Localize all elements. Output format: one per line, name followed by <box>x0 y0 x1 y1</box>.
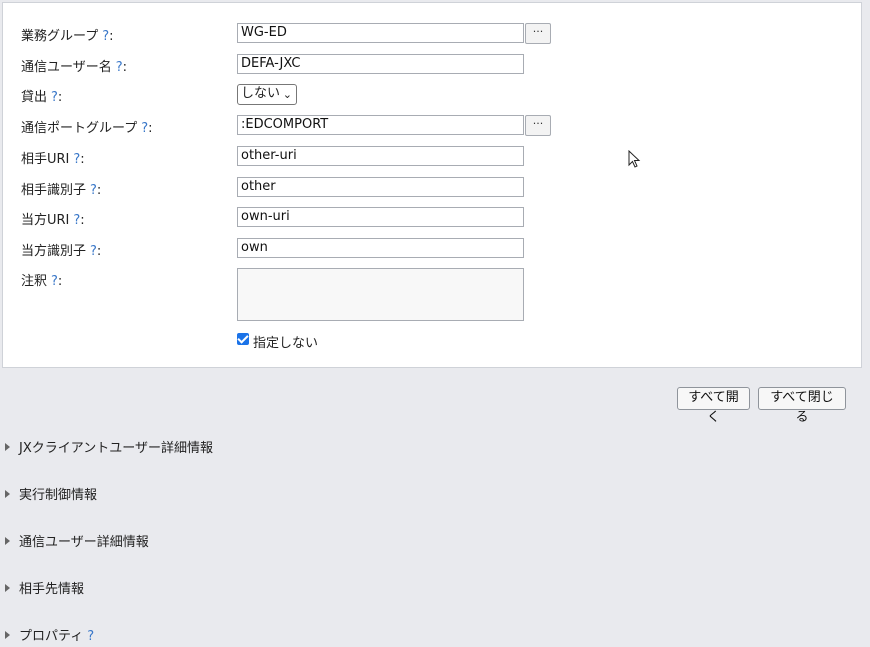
help-icon[interactable]: ? <box>90 183 97 198</box>
business-group-picker-button[interactable]: ··· <box>525 23 551 44</box>
section-comm-user-details[interactable]: 通信ユーザー詳細情報 <box>5 531 149 551</box>
annotation-textarea[interactable] <box>237 268 524 321</box>
section-properties[interactable]: プロパティ? <box>5 625 94 645</box>
own-uri-input[interactable]: own-uri <box>237 207 524 227</box>
mouse-cursor-icon <box>628 150 641 168</box>
field-label: 業務グループ?: <box>21 29 114 44</box>
comm-port-group-picker-button[interactable]: ··· <box>525 115 551 136</box>
field-label: 当方URI?: <box>21 213 85 228</box>
field-label: 注釈?: <box>21 274 63 289</box>
partner-uri-input[interactable]: other-uri <box>237 146 524 166</box>
unspecified-checkbox-label[interactable]: 指定しない <box>253 332 318 351</box>
expand-triangle-icon <box>5 489 10 498</box>
business-group-input[interactable]: WG-ED <box>237 23 524 43</box>
expand-triangle-icon <box>5 583 10 592</box>
help-icon[interactable]: ? <box>87 629 94 644</box>
field-label: 当方識別子?: <box>21 244 102 259</box>
help-icon[interactable]: ? <box>116 60 123 75</box>
field-label: 通信ユーザー名?: <box>21 60 128 75</box>
lending-select[interactable]: しない ⌄ <box>237 84 297 105</box>
field-label: 相手URI?: <box>21 152 85 167</box>
field-label: 通信ポートグループ?: <box>21 121 153 136</box>
section-jx-client-user-details[interactable]: JXクライアントユーザー詳細情報 <box>5 437 213 457</box>
comm-user-name-input[interactable]: DEFA-JXC <box>237 54 524 74</box>
help-icon[interactable]: ? <box>51 90 58 105</box>
field-label: 貸出?: <box>21 90 63 105</box>
form-panel: 業務グループ?: WG-ED ··· 通信ユーザー名?: DEFA-JXC 貸出… <box>2 2 862 368</box>
field-label: 相手識別子?: <box>21 183 102 198</box>
expand-triangle-icon <box>5 630 10 639</box>
section-partner-info[interactable]: 相手先情報 <box>5 578 84 598</box>
help-icon[interactable]: ? <box>90 244 97 259</box>
section-execution-control[interactable]: 実行制御情報 <box>5 484 97 504</box>
expand-triangle-icon <box>5 536 10 545</box>
comm-port-group-input[interactable]: :EDCOMPORT <box>237 115 524 135</box>
partner-id-input[interactable]: other <box>237 177 524 197</box>
chevron-down-icon: ⌄ <box>282 88 292 101</box>
unspecified-checkbox[interactable] <box>237 333 249 345</box>
collapse-all-button[interactable]: すべて閉じる <box>758 387 846 425</box>
help-icon[interactable]: ? <box>51 274 58 289</box>
expand-triangle-icon <box>5 442 10 451</box>
expand-all-button[interactable]: すべて開く <box>677 387 750 425</box>
own-id-input[interactable]: own <box>237 238 524 258</box>
